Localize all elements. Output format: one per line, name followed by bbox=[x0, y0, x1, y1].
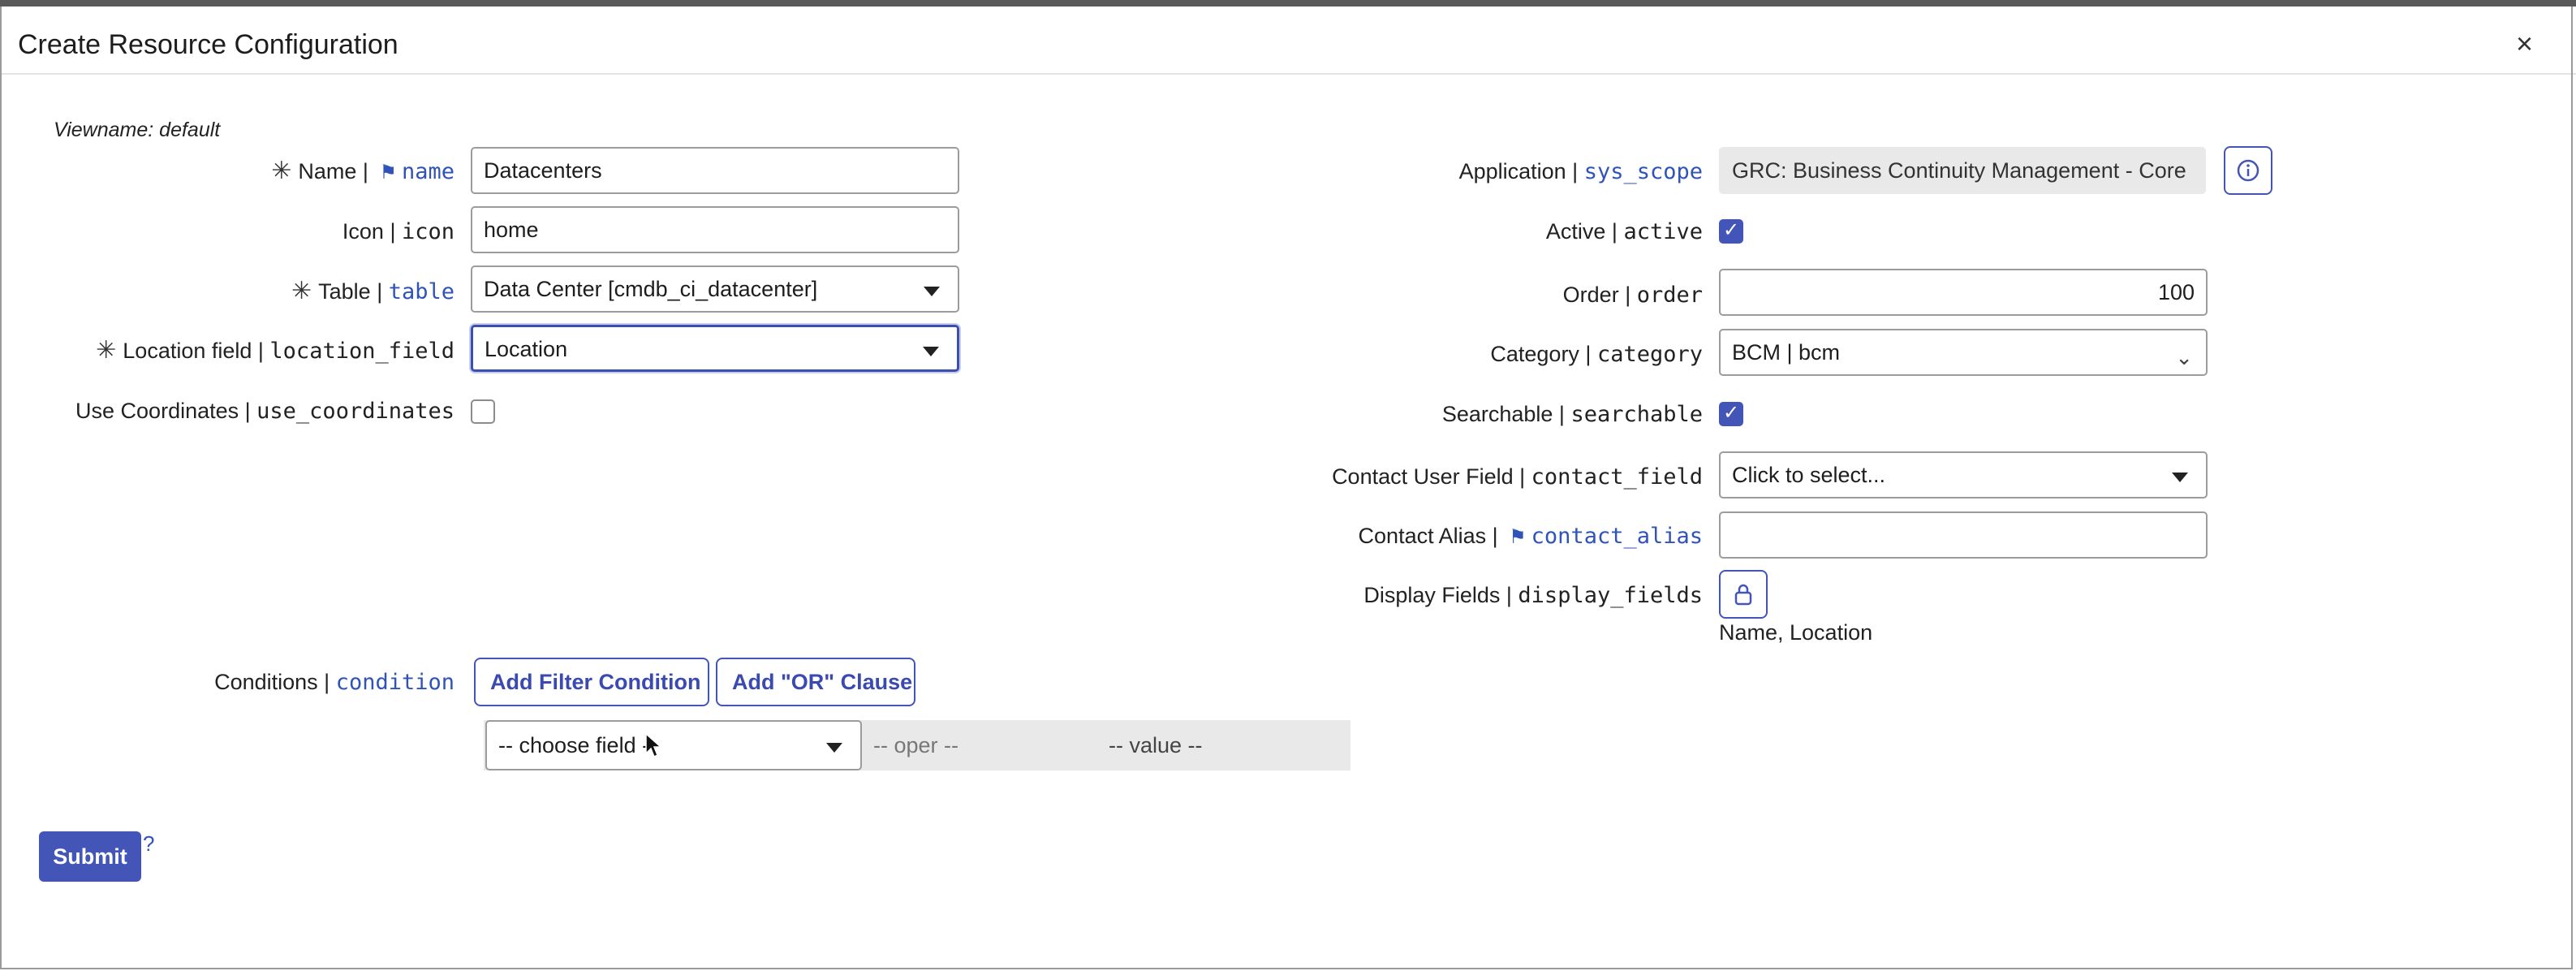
top-strip bbox=[0, 0, 2576, 6]
modal-frame bbox=[0, 6, 2573, 969]
